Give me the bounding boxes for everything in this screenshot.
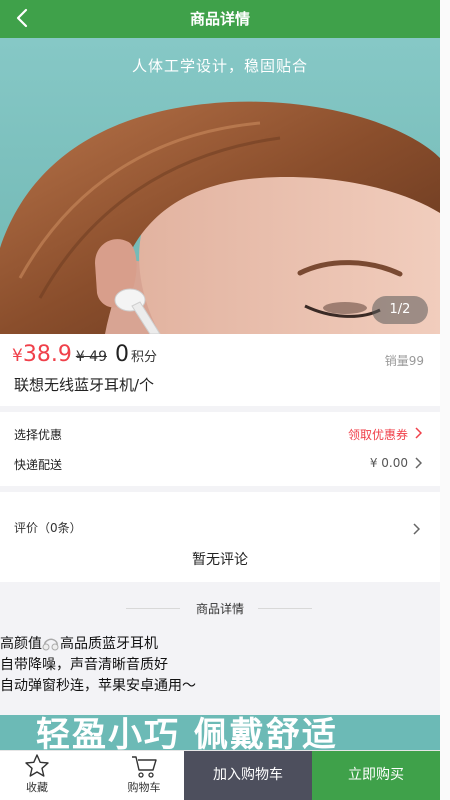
discount-row[interactable]: 选择优惠 领取优惠券	[0, 420, 440, 450]
reviews-card[interactable]: 评价（0条） 暂无评论	[0, 492, 440, 582]
details-heading: 商品详情	[195, 602, 244, 616]
chevron-right-icon	[412, 520, 421, 539]
product-image-carousel[interactable]: 人体工学设计，稳固贴合 1/2	[0, 38, 440, 334]
product-photo	[0, 38, 440, 334]
detail-line: 高颜值 高品质蓝牙耳机	[0, 634, 158, 654]
star-icon	[25, 754, 49, 777]
page-title: 商品详情	[189, 10, 250, 28]
detail-line: 自带降噪，声音清晰音质好	[0, 657, 168, 673]
image-pager: 1/2	[372, 296, 428, 324]
detail-line: 自动弹窗秒连，苹果安卓通用～	[0, 678, 196, 694]
favorite-button[interactable]: 收藏	[0, 751, 74, 800]
detail-text: 高颜值	[0, 636, 42, 652]
cart-label: 购物车	[127, 781, 161, 794]
cart-icon	[132, 756, 157, 778]
scrollbar[interactable]	[440, 0, 450, 800]
points-value: 0	[114, 342, 129, 367]
no-reviews-text: 暂无评论	[192, 552, 248, 568]
cart-tab[interactable]: 购物车	[107, 751, 181, 800]
sales-count: 销量99	[385, 352, 424, 369]
price-row: ¥38.9 ¥ 49 0 积分	[12, 342, 157, 372]
currency-symbol: ¥	[12, 346, 23, 366]
chevron-right-icon	[414, 426, 424, 440]
shipping-fee: ¥ 0.00	[369, 456, 408, 470]
product-details-section: 商品详情 高颜值 高品质蓝牙耳机 自带降噪，声音清晰音质好 自动弹窗秒连，苹果安卓…	[0, 584, 440, 720]
reviews-label: 评价（0条）	[14, 521, 82, 535]
current-price: ¥38.9	[12, 342, 72, 367]
favorite-label: 收藏	[26, 781, 48, 794]
buy-now-button[interactable]: 立即购买	[312, 751, 440, 800]
discount-label: 选择优惠	[14, 428, 63, 442]
app-header: 商品详情	[0, 0, 440, 38]
sales-label: 销量	[384, 354, 409, 368]
price-card: ¥38.9 ¥ 49 0 积分 销量99 联想无线蓝牙耳机/个	[0, 334, 440, 406]
price-value: 38.9	[22, 342, 72, 367]
product-name: 联想无线蓝牙耳机/个	[14, 376, 155, 394]
original-price: ¥ 49	[75, 349, 107, 365]
shipping-row[interactable]: 快递配送 ¥ 0.00	[0, 450, 440, 480]
banner-text: 轻盈小巧 佩戴舒适	[36, 715, 338, 751]
bottom-action-bar: 收藏 购物车 加入购物车 立即购买	[0, 750, 440, 800]
earbud-icon	[42, 638, 59, 651]
detail-text: 高品质蓝牙耳机	[60, 636, 158, 652]
points-unit: 积分	[130, 350, 157, 365]
divider	[258, 608, 312, 609]
coupon-link[interactable]: 领取优惠券	[348, 426, 408, 443]
shipping-label: 快递配送	[14, 458, 63, 472]
detail-banner-image: 轻盈小巧 佩戴舒适	[0, 715, 440, 751]
chevron-right-icon	[414, 456, 424, 470]
hero-tagline: 人体工学设计，稳固贴合	[131, 57, 308, 75]
options-card: 选择优惠 领取优惠券 快递配送 ¥ 0.00	[0, 412, 440, 486]
sales-number: 99	[408, 354, 424, 368]
add-to-cart-button[interactable]: 加入购物车	[184, 751, 312, 800]
app-frame: 商品详情 人体工学设计，稳固贴合 1/2 ¥38.9 ¥ 49 0 积分 销量9…	[0, 0, 440, 800]
